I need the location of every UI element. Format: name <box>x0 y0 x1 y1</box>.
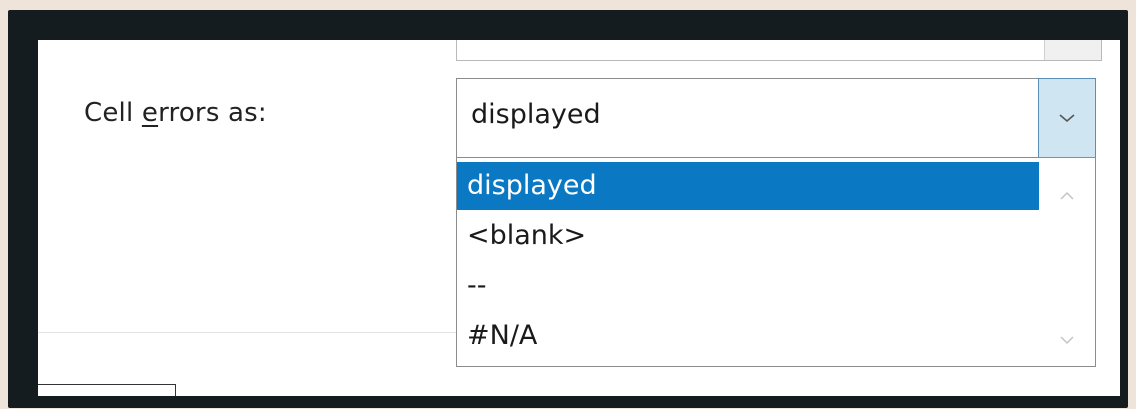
scroll-up-button[interactable] <box>1039 176 1095 216</box>
partial-button[interactable] <box>38 384 176 396</box>
combobox-selected-value: displayed <box>471 99 601 130</box>
previous-field-button[interactable] <box>1044 40 1101 60</box>
option-na[interactable]: #N/A <box>457 312 1039 360</box>
screenshot-frame: Cell errors as: displayed displayed <bla… <box>8 10 1128 408</box>
chevron-down-icon <box>1060 336 1074 345</box>
cell-errors-combobox[interactable]: displayed <box>456 78 1096 158</box>
scroll-down-button[interactable] <box>1039 320 1095 360</box>
option-displayed[interactable]: displayed <box>457 162 1039 210</box>
section-divider <box>38 332 456 333</box>
label-suffix: rrors as: <box>158 98 267 128</box>
dropdown-arrow-button[interactable] <box>1038 78 1096 158</box>
chevron-down-icon <box>1059 114 1075 123</box>
cell-errors-label: Cell errors as: <box>84 98 267 128</box>
page-setup-dialog: Cell errors as: displayed displayed <bla… <box>38 40 1120 396</box>
cell-errors-dropdown-list[interactable]: displayed <blank> -- #N/A <box>456 157 1096 367</box>
option-dashes[interactable]: -- <box>457 262 1039 310</box>
list-scrollbar[interactable] <box>1039 158 1095 366</box>
previous-field-partial[interactable] <box>456 40 1102 61</box>
chevron-up-icon <box>1060 191 1074 200</box>
label-prefix: Cell <box>84 98 142 128</box>
label-mnemonic: e <box>141 98 159 128</box>
option-blank[interactable]: <blank> <box>457 212 1039 260</box>
